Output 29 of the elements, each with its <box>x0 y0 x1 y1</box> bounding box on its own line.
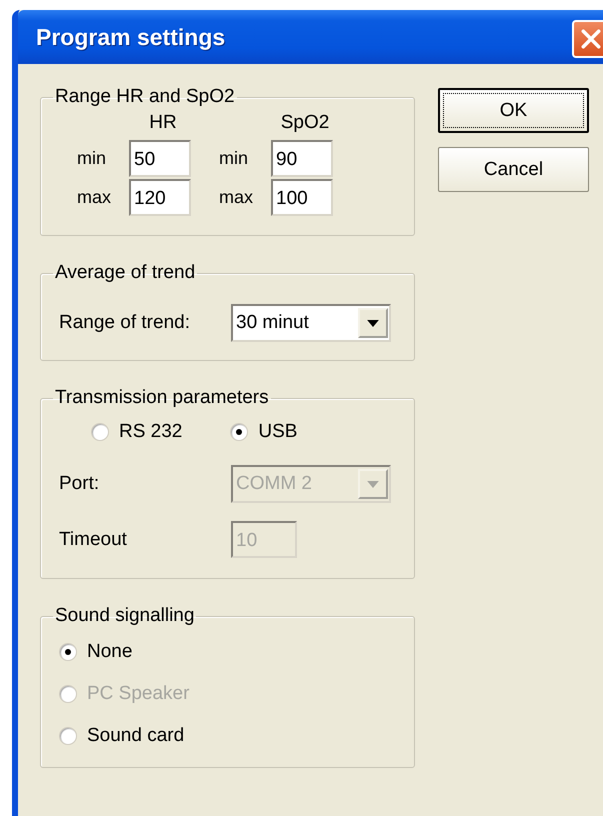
field-label: Timeout <box>59 528 128 550</box>
close-button[interactable] <box>572 20 603 58</box>
column-heading: SpO2 <box>280 112 330 134</box>
input-field[interactable]: 90 <box>271 140 333 177</box>
caret-icon <box>367 320 379 326</box>
field-label: min <box>219 148 250 169</box>
group-title: Sound signalling <box>54 605 196 627</box>
dropdown[interactable]: 30 minut <box>231 304 391 342</box>
radio-option[interactable]: USB <box>230 421 298 443</box>
input-field[interactable]: 100 <box>271 179 333 216</box>
close-icon <box>580 28 602 50</box>
group-title: Average of trend <box>54 262 196 284</box>
input-field[interactable]: 120 <box>129 179 191 216</box>
column-heading: HR <box>148 112 178 134</box>
caret-icon <box>367 480 379 488</box>
dialog-button[interactable]: OK <box>438 88 589 133</box>
dialog-button[interactable]: Cancel <box>438 147 589 192</box>
group-title: Transmission parameters <box>54 387 270 409</box>
radio-option[interactable]: Sound card <box>59 725 396 747</box>
input-field[interactable]: 50 <box>129 140 191 177</box>
group-title: Range HR and SpO2 <box>54 86 236 108</box>
field-label: min <box>77 148 108 169</box>
radio-option[interactable]: RS 232 <box>91 421 182 443</box>
field-label: max <box>77 187 112 208</box>
field-label: Port: <box>59 473 100 495</box>
field-label: Range of trend: <box>59 312 191 334</box>
radio-option[interactable]: None <box>59 641 396 663</box>
field-label: max <box>219 187 254 208</box>
window-title: Program settings <box>36 24 226 50</box>
